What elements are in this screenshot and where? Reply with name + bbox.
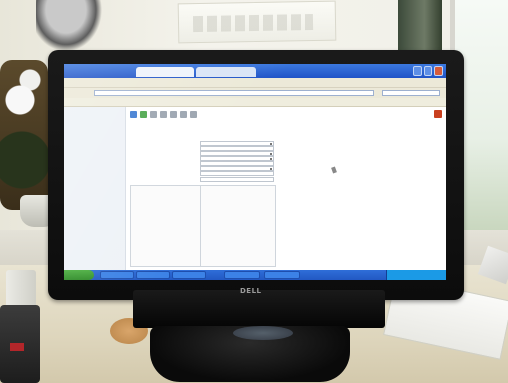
list-box-right[interactable]	[200, 185, 276, 267]
search-input[interactable]	[382, 90, 440, 96]
browser-address-bar	[64, 88, 446, 98]
toolbar-button-7[interactable]	[190, 110, 197, 118]
toolbar-button-2[interactable]	[140, 110, 147, 118]
minimize-icon[interactable]	[413, 66, 422, 76]
toolbar-button-5[interactable]	[170, 110, 177, 118]
bookmarks-bar[interactable]	[64, 98, 446, 107]
taskbar-item-3[interactable]	[172, 271, 206, 279]
photo-scene: DELL	[0, 0, 508, 383]
desk-phone	[0, 305, 40, 383]
toolbar-button-3[interactable]	[150, 110, 157, 118]
browser-titlebar	[64, 64, 446, 78]
monitor-stand-ring	[233, 326, 293, 340]
list-box-left[interactable]	[130, 185, 206, 267]
close-icon[interactable]	[434, 66, 444, 76]
form-row	[130, 177, 280, 183]
window-controls	[413, 66, 444, 76]
maximize-icon[interactable]	[423, 66, 433, 76]
desk-lamp	[36, 0, 106, 56]
monitor-brand-logo: DELL	[240, 287, 262, 295]
start-button[interactable]	[64, 270, 94, 280]
mouse-cursor-icon	[331, 166, 337, 174]
url-input[interactable]	[94, 90, 374, 96]
potted-plant	[0, 60, 48, 210]
taskbar-item-5[interactable]	[264, 271, 300, 279]
toolbar-button-4[interactable]	[160, 110, 167, 118]
system-tray	[386, 270, 446, 280]
web-app	[64, 107, 446, 270]
app-sidebar	[64, 107, 126, 270]
browser-tab-2[interactable]	[196, 67, 256, 77]
taskbar-item-1[interactable]	[100, 271, 134, 279]
form-input[interactable]	[200, 171, 274, 176]
date-input[interactable]	[200, 177, 274, 182]
notification-icon[interactable]	[434, 110, 442, 118]
monitor-screen	[64, 64, 446, 280]
taskbar-item-4[interactable]	[224, 271, 260, 279]
wall-paper-note	[177, 0, 337, 44]
browser-menubar[interactable]	[64, 78, 446, 88]
taskbar-item-2[interactable]	[136, 271, 170, 279]
browser-tab-1[interactable]	[136, 67, 194, 77]
cup	[6, 270, 36, 310]
app-toolbar	[130, 109, 240, 119]
windows-taskbar	[64, 270, 446, 280]
toolbar-button-1[interactable]	[130, 110, 137, 118]
toolbar-button-6[interactable]	[180, 110, 187, 118]
